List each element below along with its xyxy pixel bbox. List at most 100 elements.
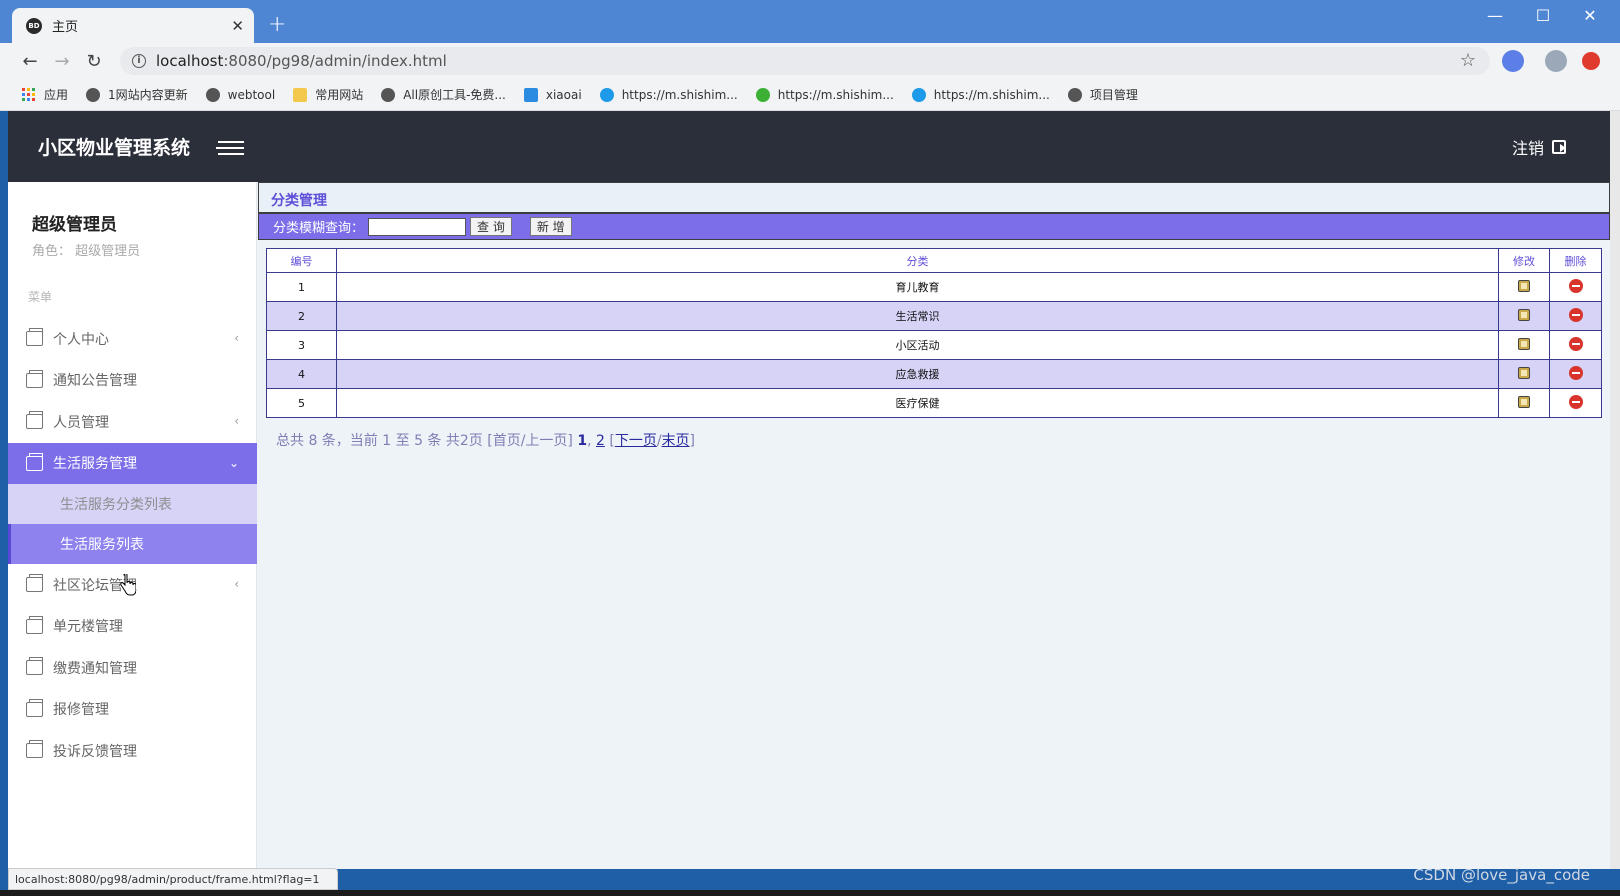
sidebar-item-notice[interactable]: 通知公告管理: [8, 360, 257, 402]
delete-icon[interactable]: [1568, 394, 1583, 409]
pager-last-link[interactable]: 末页: [662, 433, 690, 449]
pager-next-link[interactable]: 下一页: [615, 433, 657, 449]
edit-icon[interactable]: [1518, 337, 1530, 350]
edit-icon[interactable]: [1518, 366, 1530, 379]
delete-icon[interactable]: [1568, 365, 1583, 380]
minimize-icon[interactable]: —: [1480, 6, 1510, 25]
profile-avatar-icon[interactable]: [1545, 50, 1567, 72]
cell-category: 医疗保健: [336, 388, 1499, 418]
extension-icon[interactable]: [1502, 50, 1524, 72]
logout-icon: [1552, 140, 1566, 154]
sidebar-item-staff[interactable]: 人员管理 ‹: [8, 401, 257, 443]
bookmark-star-icon[interactable]: ☆: [1460, 50, 1476, 71]
reload-icon[interactable]: ↻: [78, 51, 110, 72]
bookmark-item[interactable]: 项目管理: [1067, 86, 1138, 103]
window-icon: [26, 740, 43, 759]
sidebar-item-payment[interactable]: 缴费通知管理: [8, 647, 257, 689]
sidebar-item-label: 缴费通知管理: [53, 660, 137, 677]
sidebar-item-label: 单元楼管理: [53, 619, 123, 636]
sidebar-subitem-category-list[interactable]: 生活服务分类列表: [8, 484, 257, 524]
window-close-icon[interactable]: ✕: [1575, 6, 1605, 25]
edit-icon[interactable]: [1518, 395, 1530, 408]
sidebar-item-feedback[interactable]: 投诉反馈管理: [8, 730, 257, 772]
window-icon: [26, 411, 43, 430]
bookmark-item[interactable]: https://m.shishim...: [755, 87, 894, 102]
sidebar-item-building[interactable]: 单元楼管理: [8, 606, 257, 648]
sidebar-item-label: 生活服务管理: [53, 456, 137, 473]
sidebar-item-repair[interactable]: 报修管理: [8, 689, 257, 731]
sidebar-item-label: 投诉反馈管理: [53, 743, 137, 760]
pager-page-2-link[interactable]: 2: [596, 433, 605, 449]
add-button[interactable]: 新 增: [529, 217, 572, 236]
apps-grid-icon: [22, 87, 36, 102]
bookmark-item[interactable]: https://m.shishim...: [911, 87, 1050, 102]
cell-id: 5: [266, 388, 337, 418]
app-title: 小区物业管理系统: [38, 137, 191, 159]
cell-edit: [1498, 301, 1550, 331]
menu-caption: 菜单: [28, 290, 53, 304]
tab-close-icon[interactable]: ✕: [231, 17, 244, 35]
edit-icon[interactable]: [1518, 308, 1530, 321]
menu-toggle-icon[interactable]: [212, 137, 246, 157]
table-row: 3 小区活动: [266, 330, 1602, 360]
bookmarks-bar: 应用 1网站内容更新 webtool 常用网站 All原创工具-免费... xiaoai h…: [0, 79, 1620, 111]
sidebar: 超级管理员 角色： 超级管理员 菜单 个人中心 ‹ 通知公告管理 人员管理 ‹ 生活服务管…: [8, 182, 257, 869]
cell-edit: [1498, 330, 1550, 360]
sidebar-subitem-service-list[interactable]: 生活服务列表: [8, 524, 257, 564]
p-icon: [523, 87, 538, 102]
bookmark-item[interactable]: xiaoai: [523, 87, 582, 102]
sidebar-item-personal-center[interactable]: 个人中心 ‹: [8, 318, 257, 360]
browser-toolbar: ← → ↻ i localhost:8080/pg98/admin/index.…: [0, 43, 1620, 79]
delete-icon[interactable]: [1568, 336, 1583, 351]
bookmark-item[interactable]: 1网站内容更新: [86, 86, 188, 103]
folder-icon: [293, 87, 308, 102]
cell-id: 3: [266, 330, 337, 360]
bookmark-item[interactable]: 应用: [22, 86, 68, 103]
pager-summary: 总共 8 条，当前 1 至 5 条 共2页: [276, 433, 483, 449]
bookmark-item[interactable]: 常用网站: [293, 86, 363, 103]
forward-icon[interactable]: →: [46, 51, 78, 72]
globe-icon: [86, 87, 101, 102]
c-icon: [599, 87, 614, 102]
bookmark-item[interactable]: All原创工具-免费...: [381, 86, 506, 103]
url-path: :8080/pg98/admin/index.html: [223, 52, 447, 70]
sidebar-subitem-label: 生活服务列表: [60, 537, 144, 553]
pager-current-page: 1: [577, 433, 588, 449]
back-icon[interactable]: ←: [14, 51, 46, 72]
cell-edit: [1498, 359, 1550, 389]
cell-edit: [1498, 272, 1550, 302]
update-icon[interactable]: [1582, 52, 1600, 70]
address-bar[interactable]: i localhost:8080/pg98/admin/index.html ☆: [120, 47, 1490, 75]
cell-delete: [1549, 272, 1602, 302]
maximize-icon[interactable]: ☐: [1528, 6, 1558, 25]
column-header-id: 编号: [266, 248, 337, 273]
chevron-left-icon: ‹: [234, 331, 239, 345]
bookmark-item[interactable]: webtool: [205, 87, 275, 102]
delete-icon[interactable]: [1568, 278, 1583, 293]
cell-id: 1: [266, 272, 337, 302]
search-input[interactable]: [368, 217, 467, 236]
cell-id: 4: [266, 359, 337, 389]
cell-delete: [1549, 330, 1602, 360]
globe-icon: [381, 87, 396, 102]
query-button[interactable]: 查 询: [470, 217, 512, 236]
delete-icon[interactable]: [1568, 307, 1583, 322]
sidebar-item-life-service[interactable]: 生活服务管理 ⌄: [8, 442, 257, 484]
edit-icon[interactable]: [1518, 279, 1530, 292]
window-icon: [26, 574, 43, 593]
column-header-delete: 删除: [1549, 248, 1602, 273]
app-header: 小区物业管理系统 注销: [8, 111, 1610, 182]
search-label: 分类模糊查询：: [273, 221, 365, 236]
new-tab-button[interactable]: +: [268, 12, 286, 37]
cell-category: 小区活动: [336, 330, 1499, 360]
search-bar: 分类模糊查询： 查 询 新 增: [258, 213, 1610, 240]
site-info-icon[interactable]: i: [132, 54, 146, 68]
browser-titlebar: BD 主页 ✕ + — ☐ ✕: [0, 0, 1620, 43]
bookmark-item[interactable]: https://m.shishim...: [599, 87, 738, 102]
url-host: localhost: [156, 52, 224, 70]
browser-tab[interactable]: BD 主页 ✕: [12, 8, 254, 43]
globe-icon: [1067, 87, 1082, 102]
vertical-scrollbar[interactable]: [1610, 111, 1620, 869]
logout-button[interactable]: 注销: [1512, 135, 1566, 159]
bookmark-label: https://m.shishim...: [621, 87, 738, 102]
